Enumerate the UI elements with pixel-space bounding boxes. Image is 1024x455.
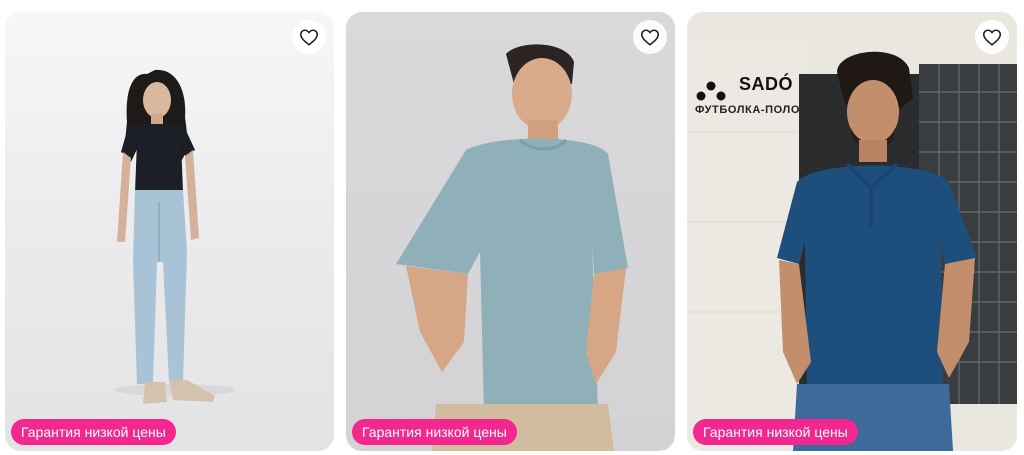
product-grid: Гарантия низкой цены Гарантия низкой цен…	[0, 0, 1024, 455]
product-card[interactable]: SADÓ ФУТБОЛКА-ПОЛО Гарантия низкой цены	[687, 12, 1017, 451]
product-card[interactable]: Гарантия низкой цены	[5, 12, 334, 451]
brand-name: SADÓ	[739, 74, 794, 94]
low-price-guarantee-badge: Гарантия низкой цены	[352, 419, 517, 445]
add-to-favorites-button[interactable]	[975, 20, 1009, 54]
heart-outline-icon	[982, 29, 1002, 46]
low-price-guarantee-badge: Гарантия низкой цены	[693, 419, 858, 445]
photo-brand-logo: SADÓ	[695, 74, 793, 95]
add-to-favorites-button[interactable]	[292, 20, 326, 54]
photo-caption: ФУТБОЛКА-ПОЛО	[695, 104, 801, 116]
heart-outline-icon	[640, 29, 660, 46]
product-card[interactable]: Гарантия низкой цены	[346, 12, 675, 451]
add-to-favorites-button[interactable]	[633, 20, 667, 54]
low-price-guarantee-badge: Гарантия низкой цены	[11, 419, 176, 445]
heart-outline-icon	[299, 29, 319, 46]
product-photo[interactable]	[5, 12, 334, 451]
product-photo[interactable]	[346, 12, 675, 451]
